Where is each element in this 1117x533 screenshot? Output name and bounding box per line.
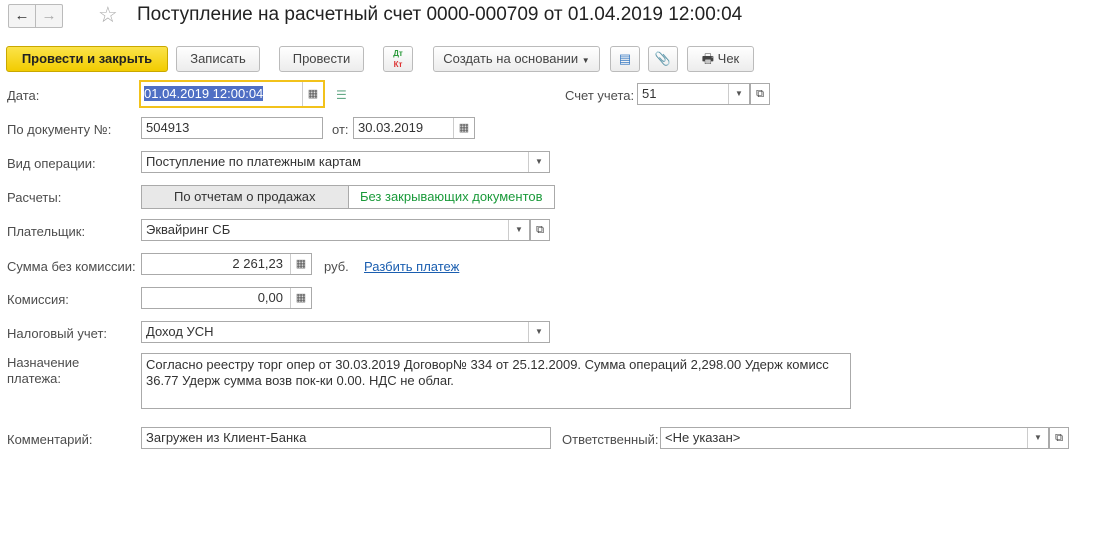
chevron-down-icon[interactable]: ▼ [528,152,549,172]
payer-label: Плательщик: [7,224,86,239]
nav-buttons: ← → [8,4,63,28]
payer-field[interactable]: Эквайринг СБ ▼ [141,219,530,241]
save-button[interactable]: Записать [176,46,260,72]
currency-label: руб. [324,259,349,274]
settle-label: Расчеты: [7,190,62,205]
calculator-icon[interactable]: ▦ [290,288,311,308]
date-value: 01.04.2019 12:00:04 [144,86,264,101]
chevron-down-icon[interactable]: ▼ [728,84,749,104]
settle-option-no-docs[interactable]: Без закрывающих документов [349,186,555,208]
payer-value: Эквайринг СБ [146,222,231,237]
optype-label: Вид операции: [7,156,96,171]
fee-value: 0,00 [257,290,283,305]
comment-label: Комментарий: [7,432,93,447]
document-check-icon[interactable]: ☰ [336,88,347,102]
create-based-label: Создать на основании [443,51,579,66]
open-icon[interactable]: ⧉ [750,83,770,105]
date-label: Дата: [7,88,40,103]
chevron-down-icon: ▼ [581,56,590,65]
chevron-down-icon[interactable]: ▼ [528,322,549,342]
calendar-icon[interactable]: ▦ [453,118,474,138]
dt-icon: Дт [393,49,403,58]
responsible-field[interactable]: <Не указан> ▼ [660,427,1049,449]
printer-icon: 🖶 [701,51,715,66]
calculator-icon[interactable]: ▦ [290,254,311,274]
sum-label: Сумма без комиссии: [7,259,136,274]
kt-icon: Кт [393,60,403,69]
account-label: Счет учета: [565,88,635,103]
favorite-star-icon[interactable]: ☆ [98,2,118,28]
docnum-field[interactable]: 504913 [141,117,323,139]
chevron-down-icon[interactable]: ▼ [508,220,529,240]
purpose-label: Назначение платежа: [7,355,80,386]
docdate-field[interactable]: 30.03.2019 ▦ [353,117,475,139]
open-icon[interactable]: ⧉ [1049,427,1069,449]
tax-field[interactable]: Доход УСН ▼ [141,321,550,343]
settle-switch: По отчетам о продажах Без закрывающих до… [141,185,555,209]
receipt-label: Чек [717,51,740,66]
open-icon[interactable]: ⧉ [530,219,550,241]
account-value: 51 [642,86,657,101]
date-field[interactable]: 01.04.2019 12:00:04 ▦ [139,80,325,108]
purpose-textarea[interactable]: Согласно реестру торг опер от 30.03.2019… [141,353,851,409]
chevron-down-icon[interactable]: ▼ [1027,428,1048,448]
dt-kt-button[interactable]: Дт Кт [383,46,413,72]
docnum-label: По документу №: [7,122,112,137]
fee-label: Комиссия: [7,292,69,307]
comment-field[interactable]: Загружен из Клиент-Банка [141,427,551,449]
receipt-button[interactable]: 🖶 Чек [687,46,754,72]
optype-field[interactable]: Поступление по платежным картам ▼ [141,151,550,173]
responsible-label: Ответственный: [562,432,659,447]
sum-field[interactable]: 2 261,23 ▦ [141,253,312,275]
account-field[interactable]: 51 ▼ [637,83,750,105]
calendar-icon[interactable]: ▦ [302,82,323,106]
post-button[interactable]: Провести [279,46,364,72]
tax-label: Налоговый учет: [7,326,108,341]
sum-value: 2 261,23 [232,256,283,271]
split-payment-link[interactable]: Разбить платеж [364,259,459,274]
settle-option-sales-reports[interactable]: По отчетам о продажах [142,186,349,208]
page-title: Поступление на расчетный счет 0000-00070… [137,4,743,25]
structure-icon[interactable]: ▤ [610,46,640,72]
tax-value: Доход УСН [146,324,214,339]
from-label: от: [332,122,349,137]
docdate-value: 30.03.2019 [358,120,424,135]
back-button[interactable]: ← [9,5,36,27]
paperclip-icon[interactable]: 📎 [648,46,678,72]
create-based-on-button[interactable]: Создать на основании ▼ [433,46,600,72]
fee-field[interactable]: 0,00 ▦ [141,287,312,309]
post-and-close-button[interactable]: Провести и закрыть [6,46,168,72]
optype-value: Поступление по платежным картам [146,154,362,169]
forward-button[interactable]: → [36,5,62,27]
responsible-value: <Не указан> [665,430,741,445]
